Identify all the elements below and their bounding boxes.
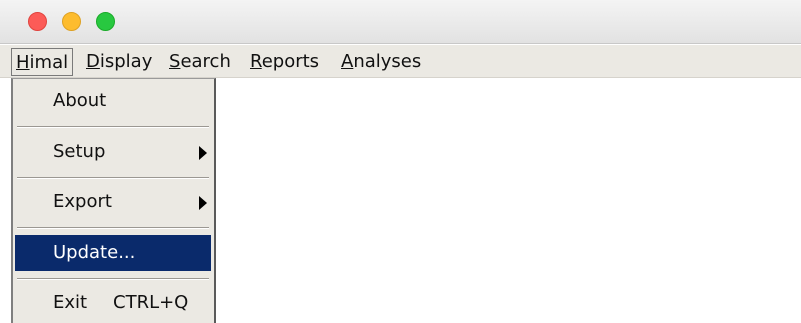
menu-separator (17, 278, 209, 280)
minimize-icon[interactable] (62, 12, 81, 31)
menu-search-mnemonic: S (169, 51, 181, 72)
menu-search-label: earch (180, 51, 231, 72)
menu-reports-mnemonic: R (250, 51, 262, 72)
menu-item-about[interactable]: About (15, 83, 211, 119)
menu-separator (17, 177, 209, 179)
menu-himal-label: imal (29, 52, 69, 73)
menu-item-exit[interactable]: Exit CTRL+Q (15, 285, 211, 321)
menu-search[interactable]: Search (165, 48, 235, 76)
menu-analyses-label: nalyses (353, 51, 422, 72)
menu-separator (17, 227, 209, 229)
menu-item-export-label: Export (53, 191, 112, 212)
menu-item-exit-label: Exit (53, 292, 88, 313)
app-window: Himal Display Search Reports Analyses Ab… (0, 0, 801, 323)
menu-item-setup[interactable]: Setup (15, 134, 211, 170)
menu-reports-label: eports (261, 51, 320, 72)
menu-himal[interactable]: Himal (11, 48, 74, 76)
close-icon[interactable] (28, 12, 47, 31)
menu-item-about-label: About (53, 90, 107, 111)
menu-reports[interactable]: Reports (246, 48, 323, 76)
menu-item-update-label: Update... (53, 242, 136, 263)
menu-item-update[interactable]: Update... (15, 235, 211, 271)
menu-item-setup-label: Setup (53, 141, 106, 162)
himal-dropdown-menu: About Setup Export Update... Exit CTRL+Q (11, 78, 216, 323)
menu-bar: Himal Display Search Reports Analyses (0, 45, 801, 78)
menu-himal-mnemonic: H (16, 52, 30, 73)
menu-analyses[interactable]: Analyses (337, 48, 425, 76)
menu-display-mnemonic: D (86, 51, 100, 72)
menu-item-exit-shortcut: CTRL+Q (113, 292, 189, 313)
menu-separator (17, 126, 209, 128)
submenu-arrow-icon (199, 196, 207, 210)
maximize-icon[interactable] (96, 12, 115, 31)
submenu-arrow-icon (199, 146, 207, 160)
menu-display[interactable]: Display (82, 48, 156, 76)
menu-display-label: isplay (99, 51, 153, 72)
menu-analyses-mnemonic: A (341, 51, 354, 72)
menu-item-export[interactable]: Export (15, 184, 211, 220)
title-bar (0, 0, 801, 44)
